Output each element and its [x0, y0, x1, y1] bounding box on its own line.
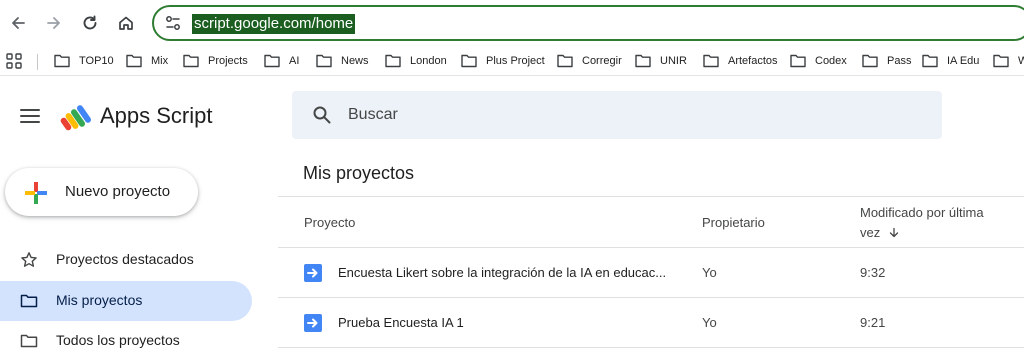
sidebar-item-label: Todos los proyectos — [56, 332, 180, 348]
sidebar-item-my-projects[interactable]: Mis proyectos — [0, 281, 252, 321]
bookmark-label: Pass — [887, 55, 912, 67]
bookmark-label: London — [410, 55, 447, 67]
home-icon — [119, 16, 133, 30]
reload-button[interactable] — [76, 9, 104, 37]
bookmark-label: Projects — [208, 55, 248, 67]
bookmark-item[interactable]: London — [385, 52, 447, 70]
table-header: Proyecto Propietario Modificado por últi… — [278, 196, 1024, 248]
bookmark-item[interactable]: AI — [264, 52, 299, 70]
forward-button[interactable] — [40, 9, 68, 37]
folder-icon — [703, 54, 719, 68]
home-button[interactable] — [112, 9, 140, 37]
folder-icon — [993, 54, 1009, 68]
bookmark-label: TOP10 — [79, 55, 114, 67]
bookmark-item[interactable]: Mix — [126, 52, 168, 70]
sidebar-item-starred[interactable]: Proyectos destacados — [0, 240, 252, 280]
bookmark-label: Plus Project — [486, 55, 545, 67]
column-header-modified-line2[interactable]: vez — [860, 225, 880, 240]
bookmark-label: Artefactos — [728, 55, 778, 67]
arrow-right-icon — [47, 17, 60, 29]
search-icon[interactable] — [312, 105, 332, 125]
folder-icon — [635, 54, 651, 68]
url-text[interactable]: script.google.com/home — [192, 14, 356, 34]
bookmark-label: Corregir — [582, 55, 622, 67]
column-header-project[interactable]: Proyecto — [304, 215, 355, 230]
app-title: Apps Script — [100, 103, 213, 128]
bookmark-item[interactable]: Corregir — [557, 52, 622, 70]
new-project-button[interactable]: Nuevo proyecto — [5, 168, 198, 216]
bookmark-label: UNIR — [660, 55, 687, 67]
apps-script-project-icon — [304, 314, 322, 332]
apps-script-project-icon — [304, 264, 322, 282]
apps-grid-icon[interactable] — [6, 53, 22, 69]
site-settings-icon[interactable] — [164, 14, 182, 32]
bookmark-item[interactable]: Plus Project — [461, 52, 545, 70]
table-row[interactable]: Prueba Encuesta IA 1 Yo 9:21 — [278, 298, 1024, 348]
table-row[interactable]: Encuesta Likert sobre la integración de … — [278, 248, 1024, 298]
new-project-label: Nuevo proyecto — [65, 183, 171, 200]
bookmark-item[interactable]: W — [993, 52, 1024, 70]
reload-icon — [83, 15, 97, 30]
bookmark-label: AI — [289, 55, 300, 67]
back-button[interactable] — [4, 9, 32, 37]
sidebar-item-label: Proyectos destacados — [56, 251, 194, 267]
bookmark-item[interactable]: Pass — [862, 52, 911, 70]
folder-icon — [264, 54, 280, 68]
star-icon — [21, 252, 37, 267]
project-modified: 9:21 — [860, 315, 886, 330]
project-name[interactable]: Prueba Encuesta IA 1 — [338, 315, 693, 330]
address-bar[interactable]: script.google.com/home — [152, 5, 1024, 41]
folder-icon — [183, 54, 199, 68]
bookmark-label: Codex — [815, 55, 847, 67]
apps-script-logo-icon — [60, 105, 92, 131]
bookmark-label: News — [341, 55, 369, 67]
bookmarks-separator — [37, 54, 38, 70]
search-input[interactable] — [348, 91, 908, 139]
bookmark-item[interactable]: IA Edu — [922, 52, 979, 70]
bookmark-item[interactable]: Projects — [183, 52, 248, 70]
folder-icon — [461, 54, 477, 68]
column-header-owner[interactable]: Propietario — [702, 215, 765, 230]
folder-icon — [862, 54, 878, 68]
bookmark-item[interactable]: Codex — [790, 52, 847, 70]
bookmark-label: IA Edu — [947, 55, 980, 67]
bookmark-label: W — [1018, 55, 1024, 67]
bookmark-item[interactable]: Artefactos — [703, 52, 778, 70]
plus-icon — [25, 182, 47, 204]
bookmark-label: Mix — [151, 55, 169, 67]
bookmark-item[interactable]: News — [316, 52, 369, 70]
column-header-modified[interactable]: Modificado por última — [860, 205, 984, 220]
browser-toolbar: script.google.com/home — [0, 0, 1024, 46]
arrow-down-icon[interactable] — [888, 227, 900, 239]
folder-icon — [316, 54, 332, 68]
folder-icon — [54, 54, 70, 68]
folder-icon — [385, 54, 401, 68]
folder-icon — [126, 54, 142, 68]
folder-icon — [922, 54, 938, 68]
sidebar-item-label: Mis proyectos — [56, 292, 143, 308]
sidebar-item-all-projects[interactable]: Todos los proyectos — [0, 321, 252, 361]
folder-icon — [20, 334, 38, 348]
project-owner: Yo — [702, 315, 717, 330]
project-name[interactable]: Encuesta Likert sobre la integración de … — [338, 265, 693, 280]
hamburger-menu-icon[interactable] — [18, 104, 42, 128]
section-title: Mis proyectos — [303, 163, 415, 183]
folder-icon — [790, 54, 806, 68]
bookmark-item[interactable]: TOP10 — [54, 52, 114, 70]
folder-icon — [20, 294, 38, 308]
project-owner: Yo — [702, 265, 717, 280]
search-bar[interactable] — [292, 91, 942, 139]
arrow-left-icon — [12, 17, 25, 29]
folder-icon — [557, 54, 573, 68]
bookmark-item[interactable]: UNIR — [635, 52, 687, 70]
bookmarks-bar: TOP10 Mix Projects AI News London Plus Project… — [0, 46, 1024, 76]
project-modified: 9:32 — [860, 265, 886, 280]
